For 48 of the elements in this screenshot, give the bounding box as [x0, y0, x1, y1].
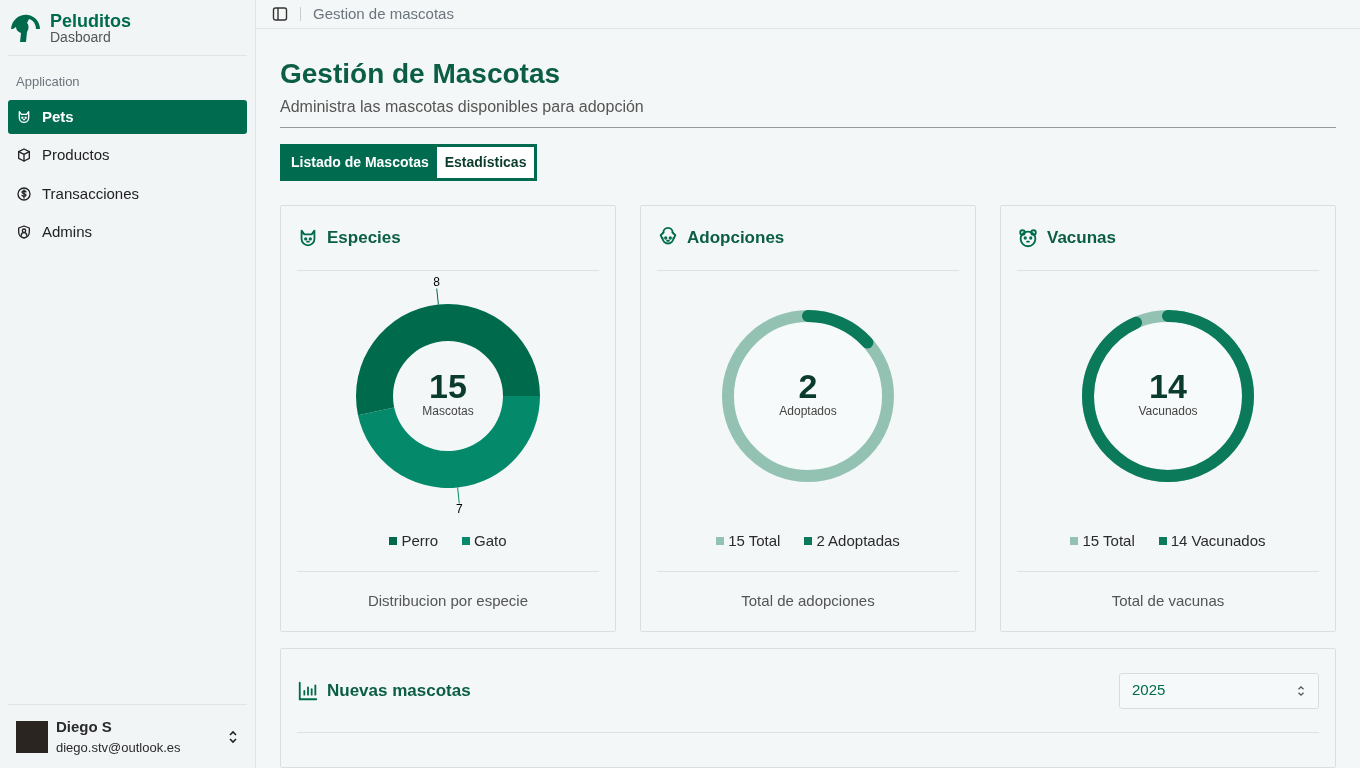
legend-label: 14 Vacunados	[1170, 530, 1266, 551]
sidebar-item[interactable]: Productos	[8, 138, 247, 173]
shield-icon	[16, 224, 32, 241]
data-label: 8	[433, 274, 441, 305]
sidebar-item[interactable]: Pets	[8, 99, 247, 134]
breadcrumb-text: Gestion de mascotas	[313, 3, 454, 24]
legend-label: 2 Adoptadas	[816, 530, 900, 551]
center-value: 14	[1148, 369, 1188, 404]
page-title: Gestión de Mascotas	[280, 57, 562, 91]
legend-label: 15 Total	[728, 530, 781, 551]
sidebar-item[interactable]: Transacciones	[8, 176, 247, 211]
center-value: 2	[797, 369, 819, 404]
data-label: 7	[455, 502, 463, 517]
section-label: Application	[15, 73, 81, 91]
package-icon	[16, 147, 32, 164]
user-email: diego.stv@outlook.es	[56, 739, 182, 757]
card-title: Vacunas	[1047, 227, 1116, 250]
legend-label: Perro	[401, 530, 439, 551]
card-footer-text: Distribucion por especie	[297, 571, 599, 631]
sidebar-toggle-icon[interactable]	[272, 6, 288, 22]
card-footer-text: Total de vacunas	[1017, 571, 1319, 631]
card-title: Adopciones	[687, 227, 785, 250]
center-label: Adoptados	[779, 405, 837, 418]
tab[interactable]: Estadísticas	[436, 147, 535, 178]
data-label: 7	[455, 487, 463, 517]
dollar-coin-icon	[16, 185, 32, 202]
chevron-up-down-icon[interactable]	[227, 728, 239, 745]
card-title: Especies	[327, 227, 401, 250]
bear-icon	[1017, 227, 1039, 249]
center-label: Vacunados	[1138, 405, 1198, 418]
legend-label: 15 Total	[1082, 530, 1135, 551]
legend-label: Gato	[474, 530, 507, 551]
center-value: 15	[428, 369, 468, 404]
center-label: Mascotas	[422, 405, 474, 418]
sidebar-item[interactable]: Admins	[8, 215, 247, 250]
card-footer-text: Total de adopciones	[657, 571, 959, 631]
card-title: Nuevas mascotas	[327, 679, 472, 702]
page-subtitle: Administra las mascotas disponibles para adopción	[280, 95, 1336, 128]
user-name: Diego S	[56, 716, 113, 737]
brand-name: Peluditos	[50, 11, 131, 30]
year-select[interactable]: 2025	[1119, 672, 1319, 709]
data-label: 8	[433, 274, 441, 289]
chevron-up-down-icon	[1296, 683, 1306, 698]
brand-subtitle: Dasboard	[50, 29, 112, 44]
bar-chart-icon	[297, 679, 319, 702]
cat-icon	[16, 108, 32, 125]
tab[interactable]: Listado de Mascotas	[283, 147, 437, 178]
avatar-photo	[16, 720, 48, 753]
